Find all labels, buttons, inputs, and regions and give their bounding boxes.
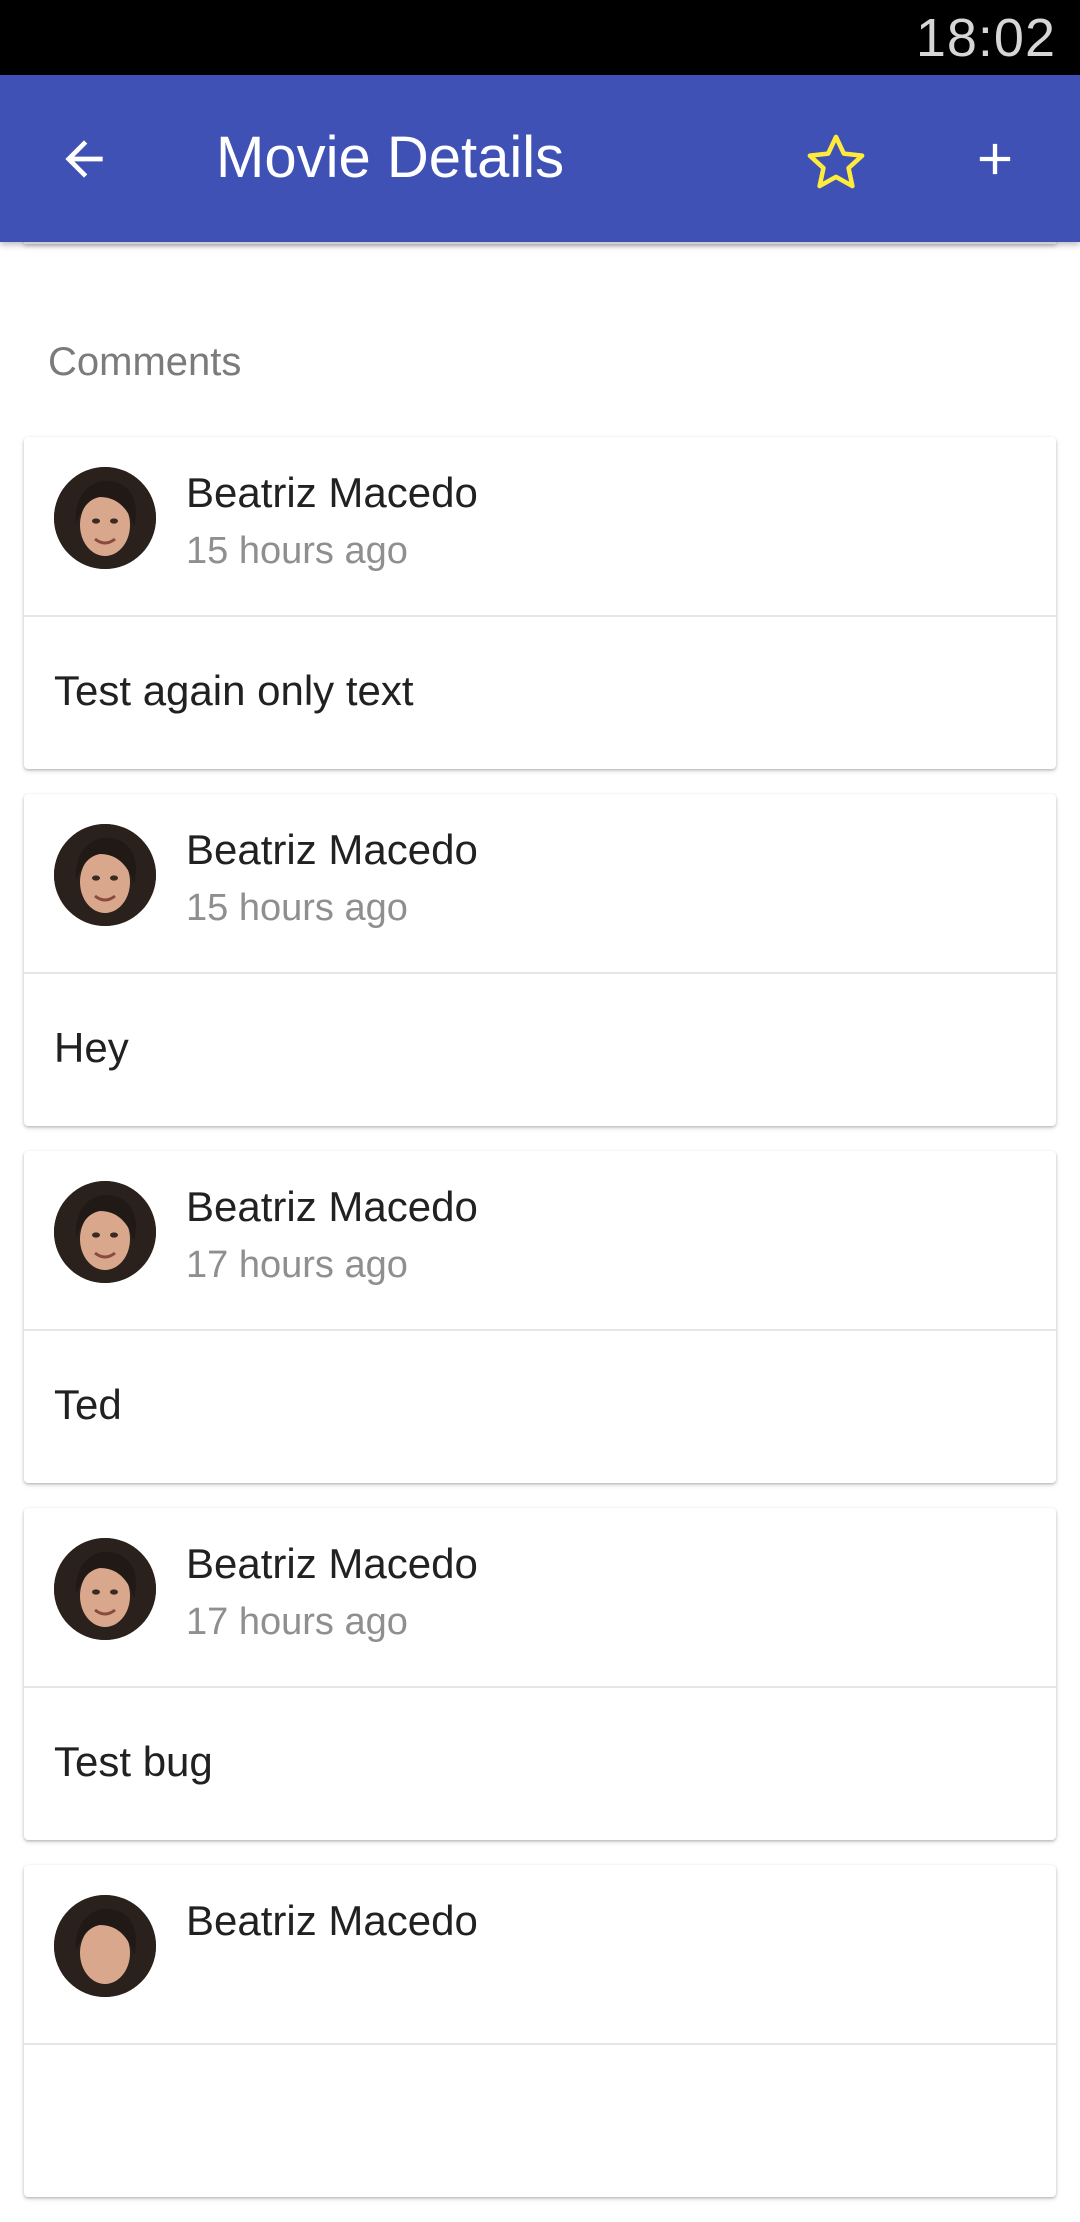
comment-card[interactable]: Beatriz Macedo (24, 1865, 1056, 2197)
comment-card[interactable]: Beatriz Macedo 15 hours ago Hey (24, 794, 1056, 1126)
comment-list[interactable]: Beatriz Macedo 15 hours ago Test again o… (24, 437, 1056, 2222)
author-name: Beatriz Macedo (186, 1183, 478, 1230)
app-bar: Movie Details (0, 75, 1080, 242)
author-name: Beatriz Macedo (186, 1540, 478, 1587)
comment-header: Beatriz Macedo 17 hours ago (24, 1508, 1056, 1688)
avatar[interactable] (54, 1538, 156, 1640)
arrow-left-icon (65, 140, 103, 178)
avatar[interactable] (54, 1181, 156, 1283)
comment-text: Test bug (54, 1738, 213, 1785)
star-outline-icon (807, 134, 865, 189)
avatar[interactable] (54, 824, 156, 926)
avatar-photo (54, 467, 156, 569)
comment-text: Ted (54, 1381, 122, 1428)
comment-time: 17 hours ago (186, 1601, 408, 1643)
page-title: Movie Details (216, 125, 565, 190)
back-button[interactable] (44, 119, 124, 199)
comment-text: Hey (54, 1024, 129, 1071)
author-name: Beatriz Macedo (186, 826, 478, 873)
comments-heading: Comments (48, 340, 242, 384)
avatar-photo (54, 824, 156, 926)
comment-card[interactable]: Beatriz Macedo 17 hours ago Test bug (24, 1508, 1056, 1840)
avatar[interactable] (54, 467, 156, 569)
author-name: Beatriz Macedo (186, 1897, 478, 1944)
comment-header: Beatriz Macedo 15 hours ago (24, 437, 1056, 617)
avatar-photo (54, 1538, 156, 1640)
comment-card[interactable]: Beatriz Macedo 15 hours ago Test again o… (24, 437, 1056, 769)
avatar-photo (54, 1895, 156, 1997)
comment-header: Beatriz Macedo 15 hours ago (24, 794, 1056, 974)
add-button[interactable] (955, 119, 1035, 199)
comment-header: Beatriz Macedo 17 hours ago (24, 1151, 1056, 1331)
author-name: Beatriz Macedo (186, 469, 478, 516)
comment-header: Beatriz Macedo (24, 1865, 1056, 2045)
comment-time: 17 hours ago (186, 1244, 408, 1286)
comment-time: 15 hours ago (186, 530, 408, 572)
status-bar: 18:02 (0, 0, 1080, 75)
comment-time: 15 hours ago (186, 887, 408, 929)
avatar[interactable] (54, 1895, 156, 1997)
plus-icon (979, 143, 1011, 175)
comment-card[interactable]: Beatriz Macedo 17 hours ago Ted (24, 1151, 1056, 1483)
avatar-photo (54, 1181, 156, 1283)
comment-text: Test again only text (54, 667, 414, 714)
favorite-button[interactable] (792, 119, 880, 207)
status-time: 18:02 (915, 8, 1056, 68)
